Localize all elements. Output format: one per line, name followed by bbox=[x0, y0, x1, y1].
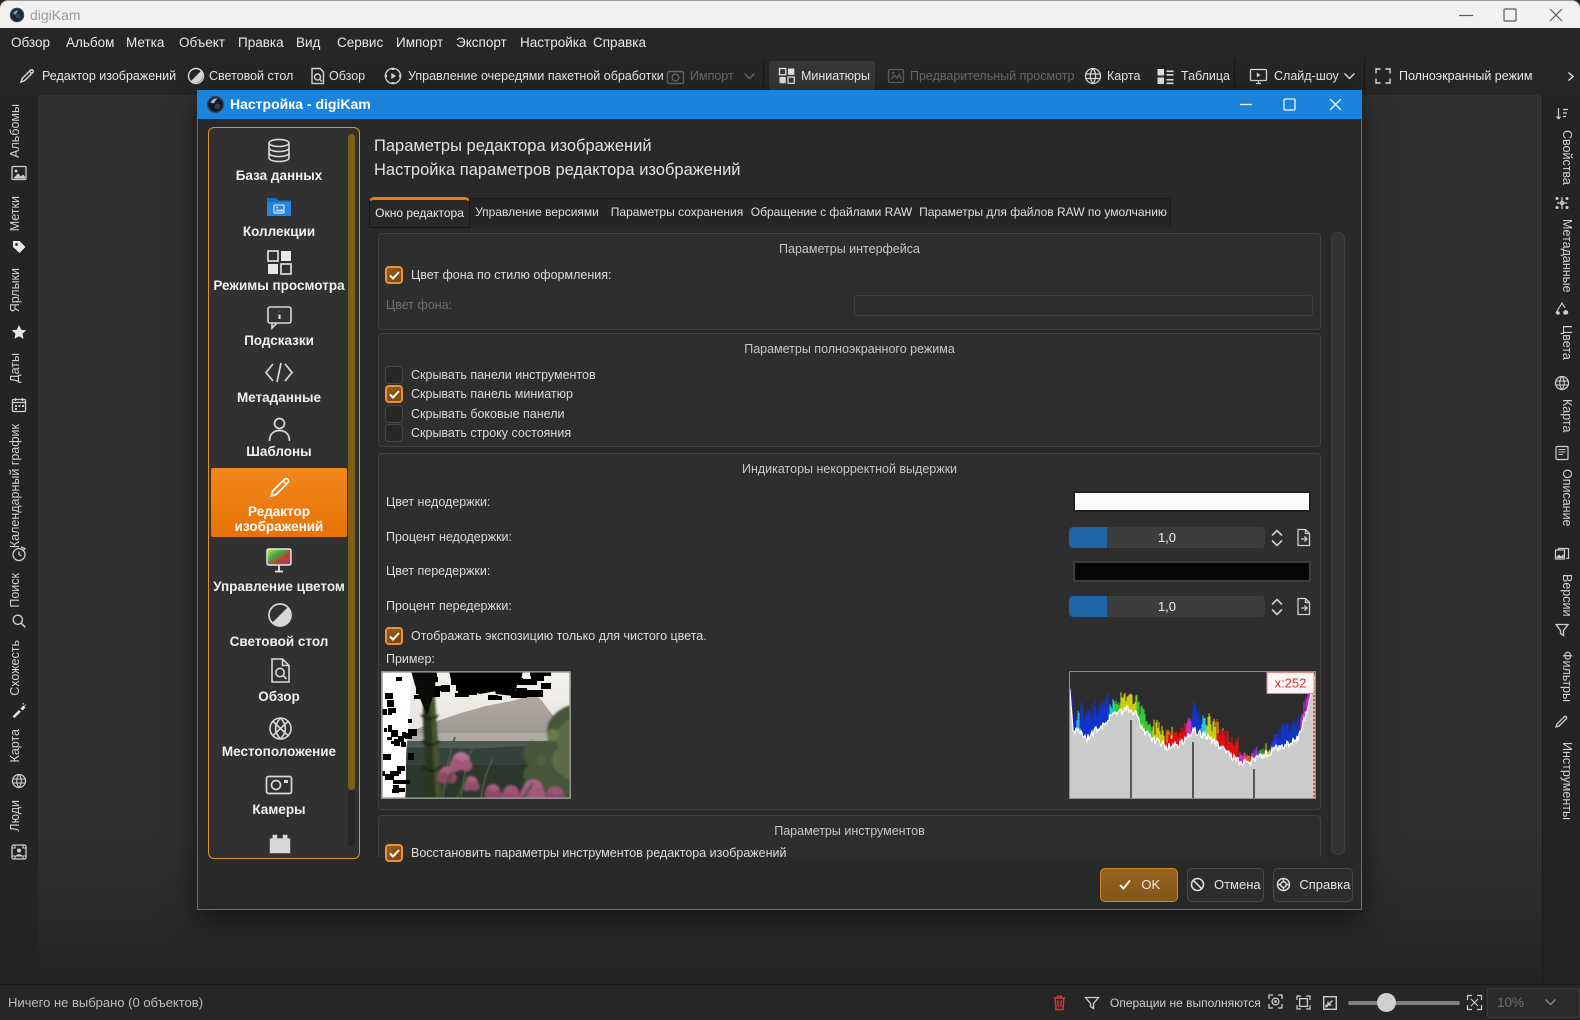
svg-text:x:252: x:252 bbox=[1275, 676, 1307, 691]
